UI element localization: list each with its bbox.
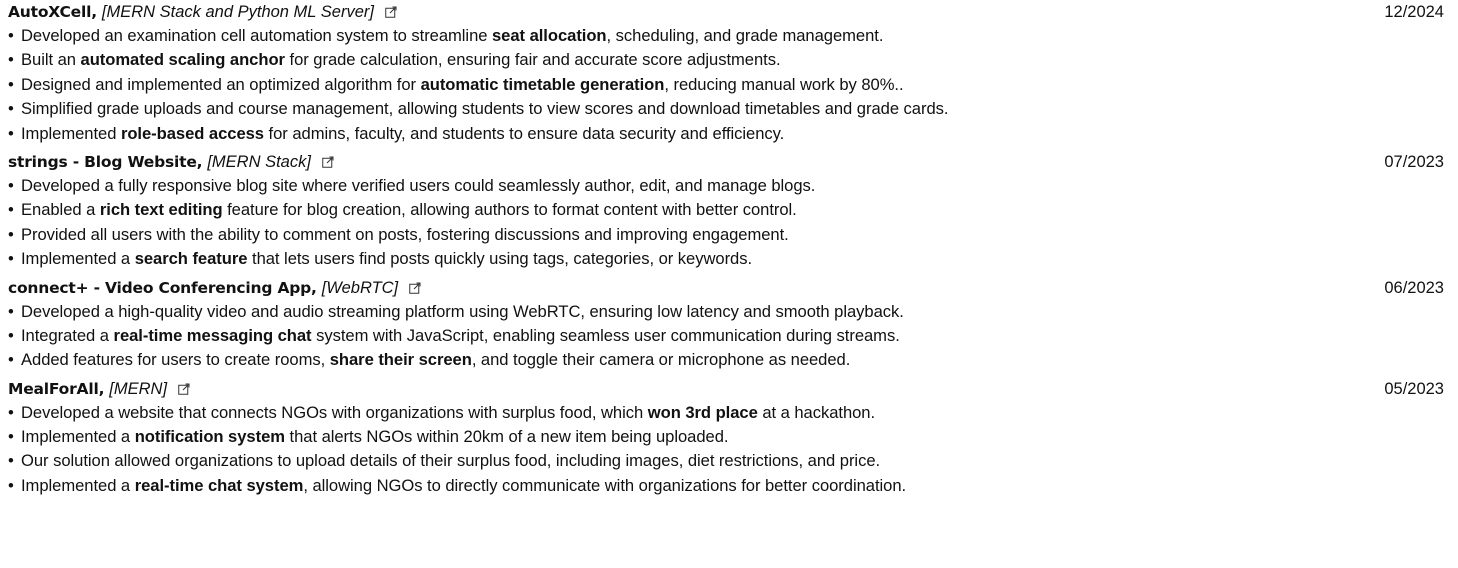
bullet-highlight: search feature: [134, 249, 248, 269]
bullet-item: • Developed an examination cell automatio…: [8, 24, 1444, 48]
bullet-glyph: •: [8, 74, 14, 94]
bullet-text: , and toggle their camera or microphone …: [471, 350, 851, 370]
bullet-glyph: •: [8, 451, 14, 471]
bullet-item: • Implemented a real-time chat system, al…: [8, 474, 1444, 498]
bullet-text: Simplified grade uploads and course mana…: [21, 99, 949, 119]
bullet-text: for grade calculation, ensuring fair and…: [284, 50, 781, 70]
bullet-item: • Designed and implemented an optimized a…: [8, 73, 1444, 97]
bullet-highlight: seat allocation: [492, 26, 607, 45]
bullet-highlight: automatic timetable generation: [420, 74, 665, 94]
bullet-text: that alerts NGOs within 20km of a new it…: [284, 427, 729, 447]
bullet-text: Integrated a: [21, 325, 114, 345]
bullet-text: Our solution allowed organizations to up…: [21, 451, 881, 471]
bullet-highlight: notification system: [134, 427, 285, 447]
project-stack: [MERN Stack and Python ML Server]: [101, 3, 374, 21]
bullet-text: Developed an examination cell automation…: [21, 26, 492, 45]
bullet-glyph: •: [8, 50, 14, 70]
project-mealforall: MealForAll, [MERN] 05/2023 • Developed a …: [8, 377, 1444, 499]
bullet-glyph: •: [8, 123, 14, 143]
external-link-icon[interactable]: [384, 5, 398, 19]
bullet-item: • Integrated a real-time messaging chat s…: [8, 324, 1444, 348]
project-date: 12/2024: [1384, 3, 1444, 21]
project-date: 06/2023: [1384, 278, 1444, 297]
bullet-text: , scheduling, and grade management.: [606, 26, 884, 45]
bullet-text: Developed a website that connects NGOs w…: [21, 402, 648, 422]
project-title: MealForAll,: [8, 379, 105, 398]
bullet-text: for admins, faculty, and students to ens…: [264, 123, 785, 143]
bullet-text: Designed and implemented an optimized al…: [21, 74, 421, 94]
project-stack: [WebRTC]: [321, 278, 399, 297]
bullet-text: Added features for users to create rooms…: [21, 350, 330, 370]
bullet-text: Implemented: [21, 123, 121, 143]
bullet-text: Developed a high-quality video and audio…: [21, 301, 904, 321]
bullet-glyph: •: [8, 175, 14, 195]
bullet-highlight: real-time chat system: [134, 475, 304, 495]
bullet-item: • Developed a website that connects NGOs …: [8, 401, 1444, 425]
external-link-icon[interactable]: [408, 281, 422, 295]
bullet-item: • Enabled a rich text editing feature for…: [8, 198, 1444, 222]
bullet-text: Developed a fully responsive blog site w…: [21, 175, 816, 195]
bullet-text: feature for blog creation, allowing auth…: [222, 200, 797, 220]
project-date: 07/2023: [1384, 152, 1444, 171]
bullet-item: • Added features for users to create room…: [8, 348, 1444, 372]
bullet-glyph: •: [8, 249, 14, 269]
bullet-glyph: •: [8, 301, 14, 321]
bullet-text: Enabled a: [21, 200, 100, 220]
bullet-text: , allowing NGOs to directly communicate …: [303, 475, 907, 495]
bullet-highlight: real-time messaging chat: [113, 325, 312, 345]
bullet-item: • Implemented a search feature that lets …: [8, 247, 1444, 271]
external-link-icon[interactable]: [177, 382, 191, 396]
bullet-text: system with JavaScript, enabling seamles…: [311, 325, 900, 345]
bullet-glyph: •: [8, 224, 14, 244]
bullet-glyph: •: [8, 350, 14, 370]
bullet-text: Implemented a: [21, 427, 135, 447]
project-header: strings - Blog Website, [MERN Stack] 07/…: [8, 150, 1444, 174]
bullet-highlight: rich text editing: [99, 200, 223, 220]
bullet-text: Provided all users with the ability to c…: [21, 224, 789, 244]
bullet-text: Implemented a: [21, 249, 135, 269]
bullet-text: Built an: [21, 50, 81, 70]
bullet-glyph: •: [8, 26, 14, 45]
external-link-icon[interactable]: [321, 155, 335, 169]
bullet-list: • Developed an examination cell automatio…: [8, 24, 1444, 146]
bullet-item: • Developed a high-quality video and audi…: [8, 300, 1444, 324]
bullet-glyph: •: [8, 402, 14, 422]
bullet-glyph: •: [8, 475, 14, 495]
bullet-item: • Implemented role-based access for admin…: [8, 122, 1444, 146]
project-header: MealForAll, [MERN] 05/2023: [8, 377, 1444, 401]
bullet-highlight: role-based access: [120, 123, 264, 143]
bullet-glyph: •: [8, 427, 14, 447]
project-strings-blog: strings - Blog Website, [MERN Stack] 07/…: [8, 150, 1444, 272]
bullet-glyph: •: [8, 99, 14, 119]
bullet-text: that lets users find posts quickly using…: [247, 249, 753, 269]
projects-section: AutoXCell, [MERN Stack and Python ML Ser…: [0, 0, 1458, 568]
bullet-highlight: share their screen: [329, 350, 472, 370]
project-header: connect+ - Video Conferencing App, [WebR…: [8, 276, 1444, 300]
project-stack: [MERN Stack]: [207, 152, 311, 171]
bullet-item: • Built an automated scaling anchor for g…: [8, 48, 1444, 72]
bullet-highlight: won 3rd place: [647, 402, 758, 422]
bullet-item: • Implemented a notification system that …: [8, 425, 1444, 449]
bullet-item: • Our solution allowed organizations to u…: [8, 449, 1444, 473]
project-title: strings - Blog Website,: [8, 152, 203, 171]
project-header: AutoXCell, [MERN Stack and Python ML Ser…: [8, 0, 1444, 24]
bullet-item: • Simplified grade uploads and course man…: [8, 97, 1444, 121]
bullet-item: • Developed a fully responsive blog site …: [8, 174, 1444, 198]
bullet-list: • Developed a fully responsive blog site …: [8, 174, 1444, 272]
bullet-text: at a hackathon.: [757, 402, 876, 422]
bullet-list: • Developed a website that connects NGOs …: [8, 401, 1444, 499]
project-autoxcell: AutoXCell, [MERN Stack and Python ML Ser…: [8, 0, 1444, 146]
project-date: 05/2023: [1384, 379, 1444, 398]
bullet-highlight: automated scaling anchor: [80, 50, 285, 70]
project-connect-plus: connect+ - Video Conferencing App, [WebR…: [8, 276, 1444, 373]
bullet-glyph: •: [8, 325, 14, 345]
bullet-item: • Provided all users with the ability to …: [8, 223, 1444, 247]
project-title: connect+ - Video Conferencing App,: [8, 278, 317, 297]
bullet-text: , reducing manual work by 80%..: [664, 74, 904, 94]
project-title: AutoXCell,: [8, 3, 97, 21]
bullet-list: • Developed a high-quality video and audi…: [8, 300, 1444, 373]
project-stack: [MERN]: [109, 379, 168, 398]
bullet-text: Implemented a: [21, 475, 135, 495]
bullet-glyph: •: [8, 200, 14, 220]
